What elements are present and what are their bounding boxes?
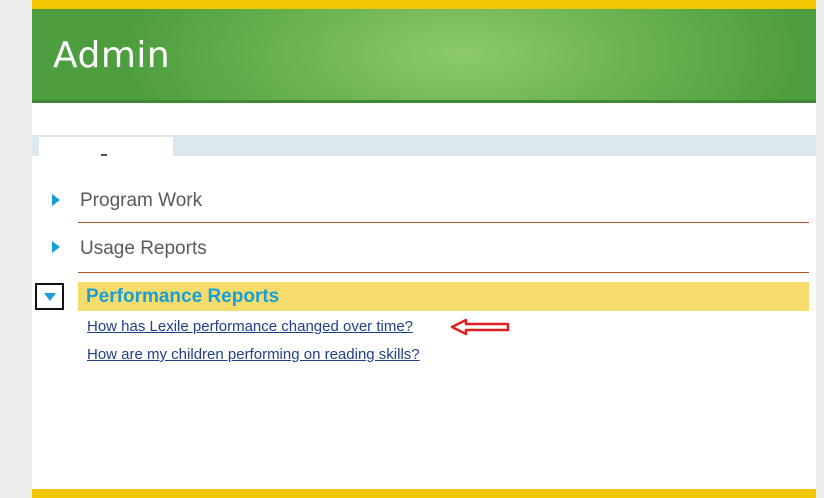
section-label-usage-reports: Usage Reports [80, 238, 207, 259]
section-divider [78, 222, 809, 223]
page-header: Admin [32, 9, 816, 103]
performance-reports-toggle[interactable] [35, 283, 64, 310]
section-usage-reports[interactable]: Usage Reports [32, 230, 816, 273]
link-reading-skills[interactable]: How are my children performing on readin… [87, 346, 420, 363]
link-lexile-performance[interactable]: How has Lexile performance changed over … [87, 318, 413, 335]
section-label-performance-reports: Performance Reports [86, 286, 280, 307]
arrow-down-icon [44, 293, 56, 301]
tab-active[interactable] [39, 137, 173, 156]
top-accent-stripe [32, 0, 816, 9]
red-pointer-arrow-icon [450, 318, 510, 336]
section-program-work[interactable]: Program Work [32, 182, 816, 223]
section-performance-reports[interactable]: Performance Reports [78, 282, 809, 311]
arrow-right-icon [52, 241, 60, 253]
page-title: Admin [53, 35, 171, 76]
tab-bar [32, 135, 816, 156]
arrow-right-icon [52, 194, 60, 206]
admin-panel: Admin Program Work Usage Reports Perform… [32, 0, 816, 498]
section-label-program-work: Program Work [80, 190, 203, 211]
section-divider [78, 272, 809, 273]
bottom-accent-stripe [32, 489, 816, 498]
